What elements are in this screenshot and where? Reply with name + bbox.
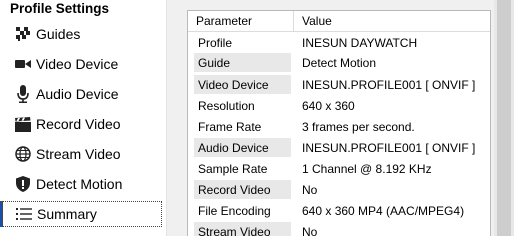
sidebar-item-summary[interactable]: Summary (2, 201, 162, 227)
sidebar-item-guides[interactable]: Guides (2, 21, 162, 47)
sidebar-item-label: Detect Motion (36, 176, 123, 192)
video-camera-icon (12, 55, 34, 73)
sidebar-item-label: Audio Device (36, 86, 119, 102)
sidebar-item-record-video[interactable]: Record Video (2, 111, 162, 137)
table-row[interactable]: Stream Video No (188, 221, 490, 236)
value-cell: 640 x 360 MP4 (AAC/MPEG4) (302, 204, 465, 218)
column-header-value[interactable]: Value (302, 14, 332, 28)
value-cell: Detect Motion (302, 56, 377, 70)
column-header-parameter[interactable]: Parameter (196, 14, 252, 28)
sidebar: Profile Settings Guides Video Device Aud… (0, 0, 166, 236)
value-cell: No (302, 225, 318, 236)
param-cell: Profile (198, 36, 233, 50)
value-cell: No (302, 183, 318, 197)
sidebar-item-stream-video[interactable]: Stream Video (2, 141, 162, 167)
table-row[interactable]: Guide Detect Motion (188, 52, 490, 74)
sidebar-item-label: Summary (37, 206, 97, 222)
globe-icon (12, 145, 34, 163)
sidebar-item-label: Stream Video (36, 146, 121, 162)
table-row[interactable]: Frame Rate 3 frames per second. (188, 116, 490, 138)
value-cell: 3 frames per second. (302, 120, 415, 134)
table-row[interactable]: File Encoding 640 x 360 MP4 (AAC/MPEG4) (188, 200, 490, 222)
value-cell: INESUN.PROFILE001 [ ONVIF ] (302, 141, 476, 155)
table-row[interactable]: Record Video No (188, 179, 490, 201)
column-divider[interactable] (293, 11, 294, 31)
vertical-scrollbar[interactable] (494, 0, 514, 236)
table-row[interactable]: Profile INESUN DAYWATCH (188, 32, 490, 54)
param-cell: File Encoding (198, 204, 271, 218)
param-cell: Audio Device (198, 141, 269, 155)
param-cell: Sample Rate (198, 162, 268, 176)
value-cell: 1 Channel @ 8.192 KHz (302, 162, 432, 176)
value-cell: INESUN DAYWATCH (302, 36, 418, 50)
param-cell: Resolution (198, 99, 255, 113)
table-row[interactable]: Resolution 640 x 360 (188, 95, 490, 117)
sidebar-item-label: Guides (36, 26, 81, 42)
sidebar-item-audio-device[interactable]: Audio Device (2, 81, 162, 107)
param-cell: Record Video (198, 183, 271, 197)
scrollbar-thumb[interactable] (497, 0, 511, 236)
shield-icon (12, 175, 34, 193)
sidebar-title: Profile Settings (10, 1, 110, 16)
param-cell: Guide (198, 56, 231, 70)
table-header: Parameter Value (188, 11, 490, 32)
param-cell: Video Device (198, 78, 269, 92)
param-cell: Frame Rate (198, 120, 262, 134)
sidebar-item-label: Record Video (36, 116, 121, 132)
sidebar-item-detect-motion[interactable]: Detect Motion (2, 171, 162, 197)
table-row[interactable]: Sample Rate 1 Channel @ 8.192 KHz (188, 158, 490, 180)
summary-panel: Parameter Value Profile INESUN DAYWATCH G… (175, 0, 514, 236)
table-row[interactable]: Audio Device INESUN.PROFILE001 [ ONVIF ] (188, 137, 490, 159)
microphone-icon (12, 85, 34, 103)
sidebar-item-label: Video Device (36, 56, 119, 72)
value-cell: INESUN.PROFILE001 [ ONVIF ] (302, 78, 476, 92)
sidebar-item-video-device[interactable]: Video Device (2, 51, 162, 77)
value-cell: 640 x 360 (302, 99, 355, 113)
clapperboard-icon (12, 115, 34, 133)
table-row[interactable]: Video Device INESUN.PROFILE001 [ ONVIF ] (188, 74, 490, 96)
checkered-icon (12, 25, 34, 43)
list-icon (13, 205, 35, 223)
summary-table: Parameter Value Profile INESUN DAYWATCH G… (187, 10, 491, 236)
param-cell: Stream Video (198, 225, 271, 236)
